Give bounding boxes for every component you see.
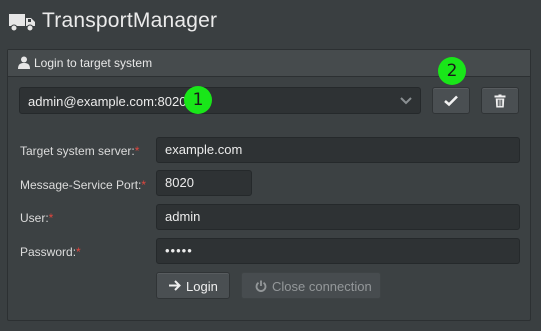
connection-select-value: admin@example.com:8020 [28, 94, 187, 109]
annotation-marker-1: 1 [184, 86, 212, 114]
user-label: User:* [20, 211, 54, 225]
port-label: Message-Service Port:* [20, 178, 147, 192]
checkmark-icon [444, 95, 458, 106]
server-field[interactable]: example.com [156, 137, 520, 163]
app-header: TransportManager [0, 0, 541, 44]
trash-icon [494, 94, 506, 107]
close-connection-button-label: Close connection [272, 279, 372, 294]
close-connection-button[interactable]: Close connection [241, 272, 381, 299]
login-button[interactable]: Login [156, 272, 230, 299]
arrow-right-icon [169, 280, 181, 291]
power-icon [255, 280, 267, 292]
required-marker: * [134, 144, 140, 158]
password-label: Password:* [20, 245, 81, 259]
required-marker: * [48, 211, 54, 225]
user-field[interactable]: admin [156, 204, 520, 230]
user-icon [18, 56, 30, 69]
annotation-marker-2: 2 [438, 57, 466, 85]
login-button-label: Login [186, 279, 218, 294]
server-label: Target system server:* [20, 144, 140, 158]
required-marker: * [141, 178, 147, 192]
app-title: TransportManager [42, 9, 218, 32]
connection-select[interactable]: admin@example.com:8020 [19, 87, 421, 114]
login-panel: Login to target system admin@example.com… [7, 49, 531, 321]
password-field[interactable]: ••••• [156, 238, 520, 264]
truck-icon [9, 14, 35, 32]
chevron-down-icon [400, 97, 412, 105]
required-marker: * [76, 245, 81, 259]
port-field[interactable]: 8020 [156, 170, 252, 196]
panel-heading-title: Login to target system [34, 56, 153, 70]
delete-connection-button[interactable] [481, 87, 519, 114]
confirm-connection-button[interactable] [432, 87, 470, 114]
